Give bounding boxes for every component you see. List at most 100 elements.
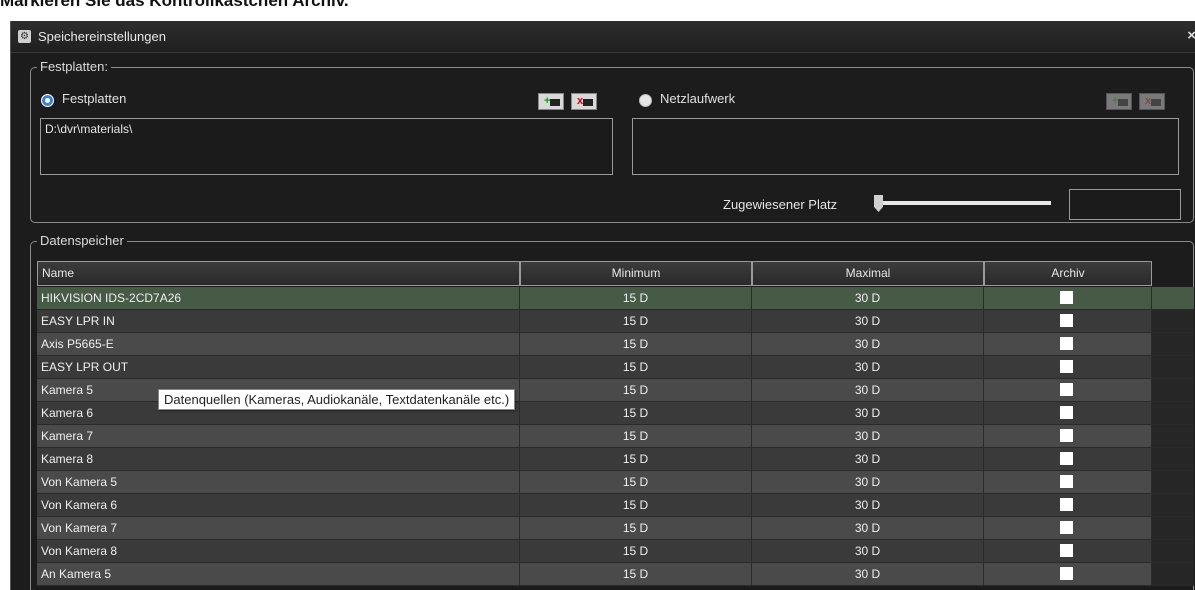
cell-minimum[interactable]: 15 D xyxy=(520,287,752,309)
column-header-name[interactable]: Name xyxy=(37,261,520,286)
cell-maximal[interactable]: 30 D xyxy=(752,494,984,516)
local-disk-path[interactable]: D:\dvr\materials\ xyxy=(41,119,612,139)
column-header-minimum[interactable]: Minimum xyxy=(520,261,752,286)
cell-name[interactable]: Axis P5665-E xyxy=(37,333,520,355)
add-disk-button[interactable]: + xyxy=(538,93,564,110)
local-disk-radio[interactable] xyxy=(41,94,54,107)
row-filler xyxy=(1152,333,1194,355)
cell-archiv xyxy=(984,379,1152,401)
cell-name[interactable]: Von Kamera 5 xyxy=(37,471,520,493)
remove-network-drive-button[interactable]: x xyxy=(1139,93,1165,110)
table-row[interactable]: EASY LPR IN 15 D 30 D xyxy=(37,310,1194,333)
archiv-checkbox[interactable] xyxy=(1060,337,1073,350)
network-drive-radio[interactable] xyxy=(639,94,652,107)
cell-maximal[interactable]: 30 D xyxy=(752,471,984,493)
table-row[interactable]: Von Kamera 6 15 D 30 D xyxy=(37,494,1194,517)
cell-minimum[interactable]: 15 D xyxy=(520,540,752,562)
table-row[interactable]: Von Kamera 8 15 D 30 D xyxy=(37,540,1194,563)
cell-minimum[interactable]: 15 D xyxy=(520,517,752,539)
cell-minimum[interactable]: 15 D xyxy=(520,310,752,332)
cell-minimum[interactable]: 15 D xyxy=(520,471,752,493)
allocated-space-value-field[interactable] xyxy=(1069,189,1181,220)
cell-minimum[interactable]: 15 D xyxy=(520,494,752,516)
cell-archiv xyxy=(984,494,1152,516)
cell-minimum[interactable]: 15 D xyxy=(520,379,752,401)
drive-icon xyxy=(550,99,560,106)
archiv-checkbox[interactable] xyxy=(1060,452,1073,465)
cell-name[interactable]: An Kamera 5 xyxy=(37,563,520,585)
cell-minimum[interactable]: 15 D xyxy=(520,425,752,447)
cell-minimum[interactable]: 15 D xyxy=(520,402,752,424)
network-drive-list[interactable] xyxy=(632,118,1179,175)
datenspeicher-group-label: Datenspeicher xyxy=(37,233,127,248)
remove-disk-button[interactable]: x xyxy=(571,93,597,110)
cell-archiv xyxy=(984,540,1152,562)
festplatten-group-label: Festplatten: xyxy=(37,59,111,74)
archiv-checkbox[interactable] xyxy=(1060,429,1073,442)
allocated-space-slider-thumb[interactable] xyxy=(874,195,883,212)
table-row[interactable]: Kamera 8 15 D 30 D xyxy=(37,448,1194,471)
column-header-maximal[interactable]: Maximal xyxy=(752,261,984,286)
table-row[interactable]: Axis P5665-E 15 D 30 D xyxy=(37,333,1194,356)
gear-icon: ⚙ xyxy=(18,30,31,43)
window-titlebar: ⚙ Speichereinstellungen × xyxy=(11,21,1195,53)
row-filler xyxy=(1152,425,1194,447)
cell-maximal[interactable]: 30 D xyxy=(752,310,984,332)
column-header-archiv[interactable]: Archiv xyxy=(984,261,1152,286)
cell-maximal[interactable]: 30 D xyxy=(752,333,984,355)
cell-maximal[interactable]: 30 D xyxy=(752,425,984,447)
cell-name[interactable]: Kamera 8 xyxy=(37,448,520,470)
cell-maximal[interactable]: 30 D xyxy=(752,540,984,562)
add-network-drive-button[interactable]: + xyxy=(1106,93,1132,110)
cell-archiv xyxy=(984,517,1152,539)
cell-maximal[interactable]: 30 D xyxy=(752,448,984,470)
archiv-checkbox[interactable] xyxy=(1060,406,1073,419)
archiv-checkbox[interactable] xyxy=(1060,360,1073,373)
cell-maximal[interactable]: 30 D xyxy=(752,356,984,378)
row-filler xyxy=(1152,402,1194,424)
cell-name[interactable]: HIKVISION IDS-2CD7A26 xyxy=(37,287,520,309)
archiv-checkbox[interactable] xyxy=(1060,498,1073,511)
archiv-checkbox[interactable] xyxy=(1060,475,1073,488)
cell-name[interactable]: Von Kamera 8 xyxy=(37,540,520,562)
table-row[interactable]: Von Kamera 5 15 D 30 D xyxy=(37,471,1194,494)
table-row[interactable]: Kamera 7 15 D 30 D xyxy=(37,425,1194,448)
cell-minimum[interactable]: 15 D xyxy=(520,448,752,470)
festplatten-group: Festplatten: Festplatten + x Netzlaufwer… xyxy=(30,59,1194,223)
archiv-checkbox[interactable] xyxy=(1060,383,1073,396)
archiv-checkbox[interactable] xyxy=(1060,314,1073,327)
cell-archiv xyxy=(984,310,1152,332)
close-icon[interactable]: × xyxy=(1187,27,1195,44)
cell-archiv xyxy=(984,563,1152,585)
cell-minimum[interactable]: 15 D xyxy=(520,563,752,585)
cell-archiv xyxy=(984,471,1152,493)
cell-name[interactable]: Von Kamera 6 xyxy=(37,494,520,516)
cell-name[interactable]: EASY LPR OUT xyxy=(37,356,520,378)
cell-minimum[interactable]: 15 D xyxy=(520,333,752,355)
archiv-checkbox[interactable] xyxy=(1060,521,1073,534)
table-row[interactable]: An Kamera 5 15 D 30 D xyxy=(37,563,1194,586)
allocated-space-label: Zugewiesener Platz xyxy=(723,197,838,212)
cell-name[interactable]: Kamera 7 xyxy=(37,425,520,447)
cell-maximal[interactable]: 30 D xyxy=(752,563,984,585)
table-row[interactable]: Von Kamera 7 15 D 30 D xyxy=(37,517,1194,540)
cell-maximal[interactable]: 30 D xyxy=(752,287,984,309)
archiv-checkbox[interactable] xyxy=(1060,291,1073,304)
table-row[interactable]: HIKVISION IDS-2CD7A26 15 D 30 D xyxy=(37,287,1194,310)
local-disk-radio-label[interactable]: Festplatten xyxy=(62,91,126,106)
storage-table-body: HIKVISION IDS-2CD7A26 15 D 30 D EASY LPR… xyxy=(37,287,1194,586)
row-filler xyxy=(1152,494,1194,516)
cell-maximal[interactable]: 30 D xyxy=(752,379,984,401)
table-row[interactable]: EASY LPR OUT 15 D 30 D xyxy=(37,356,1194,379)
cell-minimum[interactable]: 15 D xyxy=(520,356,752,378)
archiv-checkbox[interactable] xyxy=(1060,544,1073,557)
archiv-checkbox[interactable] xyxy=(1060,567,1073,580)
local-disk-list[interactable]: D:\dvr\materials\ xyxy=(40,118,613,175)
cell-name[interactable]: EASY LPR IN xyxy=(37,310,520,332)
cell-maximal[interactable]: 30 D xyxy=(752,402,984,424)
cell-archiv xyxy=(984,448,1152,470)
cell-name[interactable]: Von Kamera 7 xyxy=(37,517,520,539)
network-drive-radio-label[interactable]: Netzlaufwerk xyxy=(660,91,735,106)
allocated-space-slider-track[interactable] xyxy=(883,201,1051,205)
cell-maximal[interactable]: 30 D xyxy=(752,517,984,539)
